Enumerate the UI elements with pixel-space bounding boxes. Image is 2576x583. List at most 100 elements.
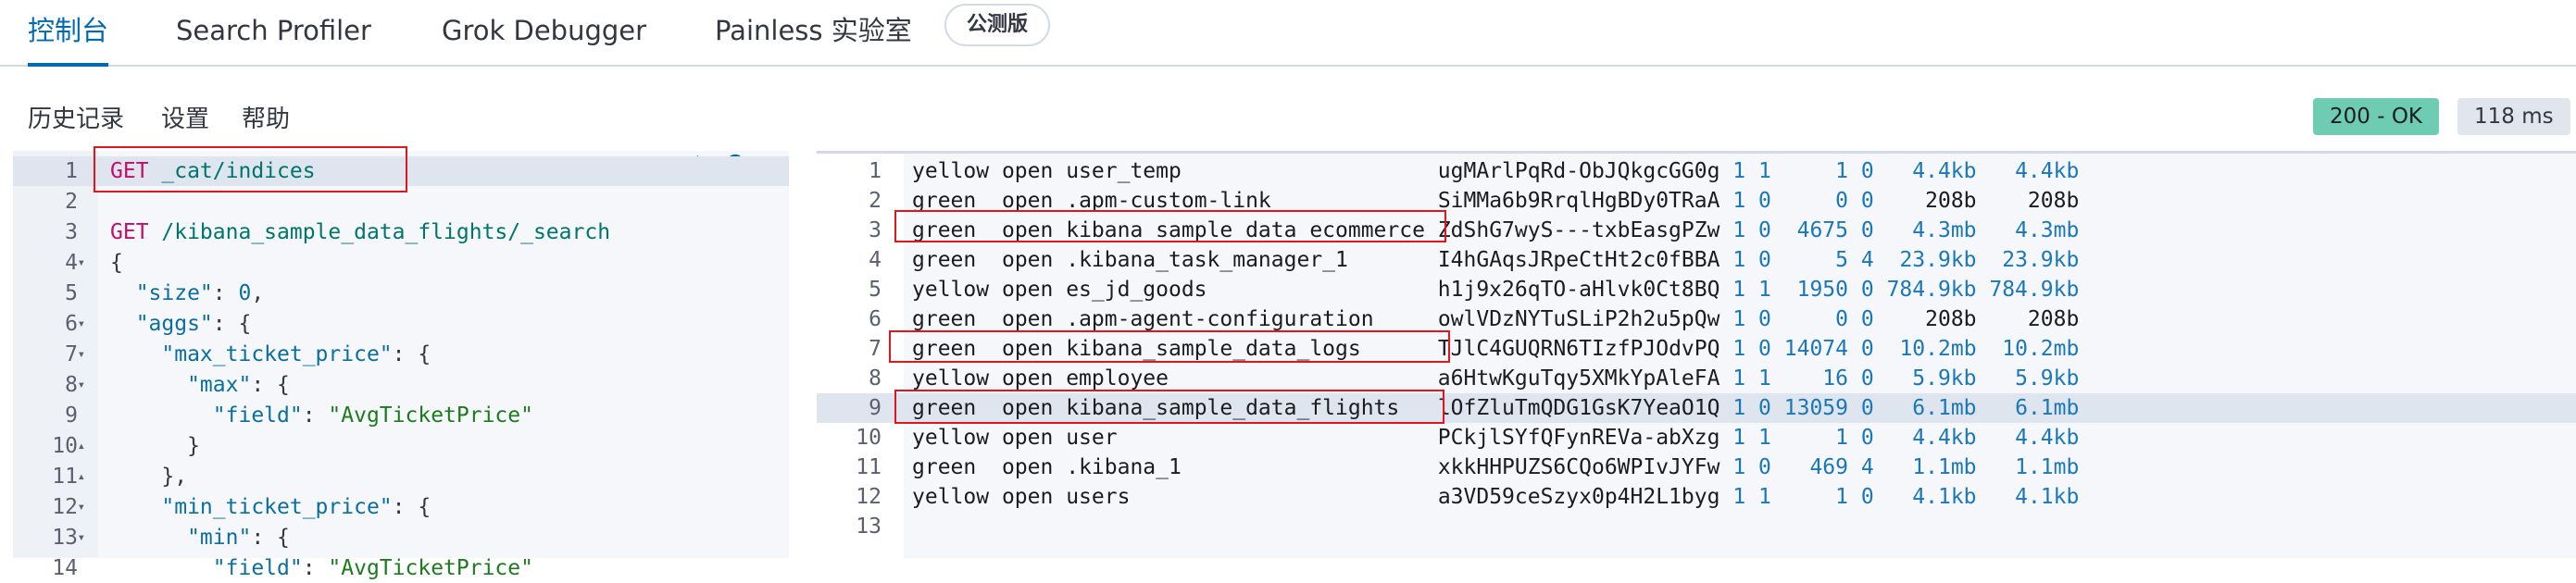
response-cell: 23.9kb bbox=[1899, 248, 1977, 272]
line-number: 9 bbox=[65, 403, 78, 428]
response-cell: 1 bbox=[1732, 337, 1746, 361]
response-cell: 16 bbox=[1822, 366, 1848, 391]
response-cell: 0 bbox=[1860, 159, 1874, 183]
code-token: { bbox=[110, 251, 123, 275]
status-code-badge: 200 - OK bbox=[2313, 98, 2440, 135]
response-cell: 469 bbox=[1809, 455, 1848, 479]
history-link[interactable]: 历史记录 bbox=[28, 100, 124, 134]
fold-toggle-icon[interactable]: ▾ bbox=[67, 309, 85, 339]
response-cell: 10.2mb bbox=[2002, 337, 2080, 361]
response-cell: 4.1kb bbox=[2015, 485, 2080, 509]
response-cell: 4 bbox=[1860, 455, 1874, 479]
code-token: "size" bbox=[110, 281, 213, 305]
response-cell: 1 bbox=[1732, 218, 1746, 242]
response-cell: PCkjlSYfQFynREVa-abXzg bbox=[1437, 426, 1720, 450]
fold-toggle-icon[interactable]: ▾ bbox=[67, 523, 85, 552]
response-cell: 1 bbox=[1732, 248, 1746, 272]
response-cell: employee bbox=[1066, 366, 1169, 391]
response-cell: 0 bbox=[1835, 307, 1848, 331]
response-cell: 0 bbox=[1758, 455, 1771, 479]
response-cell: lOfZluTmQDG1GsK7YeaO1Q bbox=[1437, 396, 1720, 420]
response-cell: open bbox=[1001, 248, 1054, 272]
response-cell: 0 bbox=[1860, 337, 1874, 361]
settings-link[interactable]: 设置 bbox=[161, 100, 209, 134]
code-token: : bbox=[212, 281, 239, 305]
fold-toggle-icon[interactable]: ▴ bbox=[67, 431, 85, 461]
help-link[interactable]: 帮助 bbox=[242, 100, 290, 134]
response-cell: yellow bbox=[912, 278, 990, 302]
code-line: 4 ▾{ bbox=[13, 248, 789, 278]
code-token: "AvgTicketPrice" bbox=[328, 556, 533, 580]
response-text: green open .kibana_1 xkkHHPUZS6CQo6WPIvJ… bbox=[912, 453, 2079, 482]
response-cell: a3VD59ceSzyx0p4H2L1byg bbox=[1437, 485, 1720, 509]
response-cell: 4 bbox=[1860, 248, 1874, 272]
code-text: "size": 0, bbox=[110, 279, 265, 308]
response-cell: .apm-agent-configuration bbox=[1066, 307, 1374, 331]
response-line: 10 yellow open user PCkjlSYfQFynREVa-abXz… bbox=[817, 423, 2576, 453]
line-number: 3 bbox=[65, 220, 78, 244]
response-text: yellow open user_temp ugMArlPqRd-ObJQkgc… bbox=[912, 156, 2079, 186]
response-cell: 0 bbox=[1860, 366, 1874, 391]
response-cell: 1 bbox=[1758, 426, 1771, 450]
fold-toggle-icon[interactable]: ▾ bbox=[67, 492, 85, 522]
tab-grok-debugger[interactable]: Grok Debugger bbox=[442, 7, 646, 67]
fold-toggle-icon[interactable]: ▴ bbox=[67, 462, 85, 491]
response-cell: 1 bbox=[1835, 485, 1848, 509]
code-line: 3 GET /kibana_sample_data_flights/_search bbox=[13, 217, 789, 247]
fold-toggle-icon[interactable]: ▾ bbox=[67, 370, 85, 400]
tab-console[interactable]: 控制台 bbox=[28, 7, 109, 67]
tab-painless-lab[interactable]: Painless 实验室 bbox=[715, 7, 912, 67]
response-time-badge: 118 ms bbox=[2457, 98, 2570, 135]
code-line: 14 "field": "AvgTicketPrice" bbox=[13, 553, 789, 583]
response-cell: ugMArlPqRd-ObJQkgcGG0g bbox=[1437, 159, 1720, 183]
code-line: 10 ▴ } bbox=[13, 431, 789, 461]
response-cell: a6HtwKguTqy5XMkYpAleFA bbox=[1437, 366, 1720, 391]
response-cell: 4.1kb bbox=[1912, 485, 1977, 509]
response-line: 5 yellow open es_jd_goods h1j9x26qTO-aHlv… bbox=[817, 275, 2576, 304]
code-line: 12 ▾ "min_ticket_price": { bbox=[13, 492, 789, 522]
response-cell: green bbox=[912, 248, 977, 272]
response-cell: 0 bbox=[1860, 189, 1874, 213]
response-cell: 1 bbox=[1758, 159, 1771, 183]
response-cell: green bbox=[912, 455, 977, 479]
line-number: 1 bbox=[869, 159, 882, 183]
response-cell: 0 bbox=[1860, 218, 1874, 242]
response-cell: 4675 bbox=[1796, 218, 1848, 242]
beta-badge: 公测版 bbox=[944, 4, 1051, 46]
code-token: "aggs" bbox=[110, 312, 213, 336]
code-token: : { bbox=[251, 373, 290, 397]
fold-toggle-icon[interactable]: ▾ bbox=[67, 340, 85, 369]
response-cell: 0 bbox=[1860, 485, 1874, 509]
response-text: green open .kibana_task_manager_1 I4hGAq… bbox=[912, 245, 2079, 275]
response-cell: 0 bbox=[1860, 426, 1874, 450]
response-cell: users bbox=[1066, 485, 1131, 509]
response-cell: 1.1mb bbox=[1912, 455, 1977, 479]
annotation-box-logs bbox=[889, 330, 1450, 363]
code-token: /kibana_sample_data_flights/_search bbox=[148, 220, 611, 244]
response-cell: 4.3mb bbox=[2015, 218, 2080, 242]
request-editor[interactable]: 1 GET _cat/indices 2 3 GET /kibana_sample_da… bbox=[13, 151, 789, 580]
code-text: "max_ticket_price": { bbox=[110, 340, 431, 369]
code-line: 5 "size": 0, bbox=[13, 279, 789, 308]
tab-bar: 控制台 Search Profiler Grok Debugger Painle… bbox=[0, 0, 2576, 67]
code-line: 11 ▴ }, bbox=[13, 462, 789, 491]
response-cell: 1 bbox=[1732, 396, 1746, 420]
response-cell: 6.1mb bbox=[2015, 396, 2080, 420]
code-line: 7 ▾ "max_ticket_price": { bbox=[13, 340, 789, 369]
response-cell: 0 bbox=[1758, 218, 1771, 242]
response-cell: SiMMa6b9RrqlHgBDy0TRaA bbox=[1437, 189, 1720, 213]
response-cell: open bbox=[1001, 307, 1054, 331]
response-line: 4 green open .kibana_task_manager_1 I4hGA… bbox=[817, 245, 2576, 275]
response-cell: green bbox=[912, 307, 977, 331]
fold-toggle-icon[interactable]: ▾ bbox=[67, 248, 85, 278]
response-cell: user_temp bbox=[1066, 159, 1182, 183]
response-text: yellow open es_jd_goods h1j9x26qTO-aHlvk… bbox=[912, 275, 2079, 304]
tab-search-profiler[interactable]: Search Profiler bbox=[176, 7, 371, 67]
response-cell: 1 bbox=[1732, 485, 1746, 509]
code-line: 13 ▾ "min": { bbox=[13, 523, 789, 552]
response-cell: 1 bbox=[1732, 189, 1746, 213]
response-cell: open bbox=[1001, 159, 1054, 183]
response-cell: 1 bbox=[1732, 455, 1746, 479]
line-number: 2 bbox=[65, 190, 78, 214]
response-cell: open bbox=[1001, 426, 1054, 450]
